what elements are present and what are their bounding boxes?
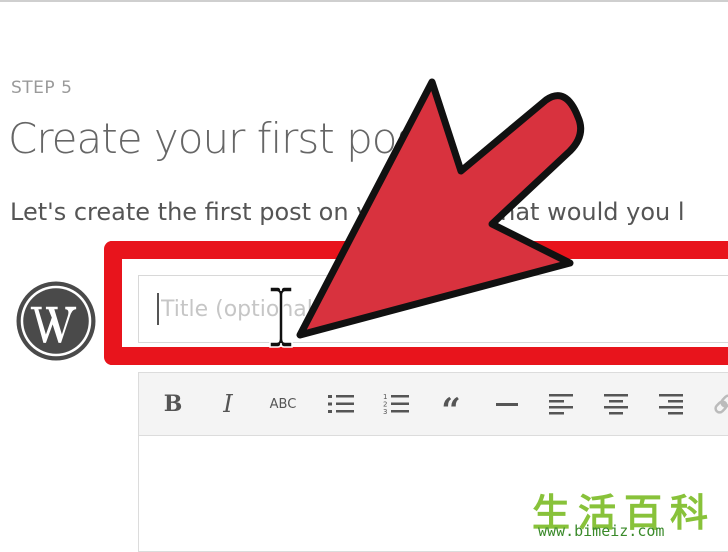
svg-text:3: 3 [383,408,387,415]
blockquote-button[interactable]: “ [434,387,468,428]
strikethrough-button[interactable]: ABC [266,387,300,421]
bullet-list-button[interactable] [324,387,358,421]
numbered-list-icon: 1 2 3 [383,393,409,415]
strikethrough-icon: ABC [269,396,297,412]
italic-icon: I [223,390,233,418]
top-divider [0,0,728,2]
align-left-icon [549,394,573,415]
numbered-list-button[interactable]: 1 2 3 [379,387,413,421]
text-caret [157,293,159,325]
blockquote-icon: “ [441,391,461,431]
horizontal-rule-icon [496,403,518,406]
step-label: STEP 5 [11,78,73,98]
site-watermark: 生活百科 www.bimeiz.com [520,480,728,546]
watermark-url: www.bimeiz.com [538,522,665,540]
align-left-button[interactable] [544,387,578,421]
link-button[interactable] [707,387,728,421]
link-icon [714,394,728,414]
bold-icon: B [163,391,183,417]
horizontal-rule-button[interactable] [490,387,524,421]
editor-toolbar: B I ABC 1 2 3 “ [139,373,728,436]
align-right-icon [659,394,683,415]
intro-text: Let's create the first post on your site… [10,198,685,226]
align-right-button[interactable] [654,387,688,421]
italic-button[interactable]: I [211,387,245,421]
page-title: Create your first post [8,114,434,163]
align-center-button[interactable] [599,387,633,421]
bullet-list-icon [328,395,354,413]
wordpress-logo-icon [16,281,96,361]
align-center-icon [604,394,628,415]
post-title-input[interactable] [138,275,728,343]
text-cursor-icon [269,286,293,348]
bold-button[interactable]: B [156,387,190,421]
